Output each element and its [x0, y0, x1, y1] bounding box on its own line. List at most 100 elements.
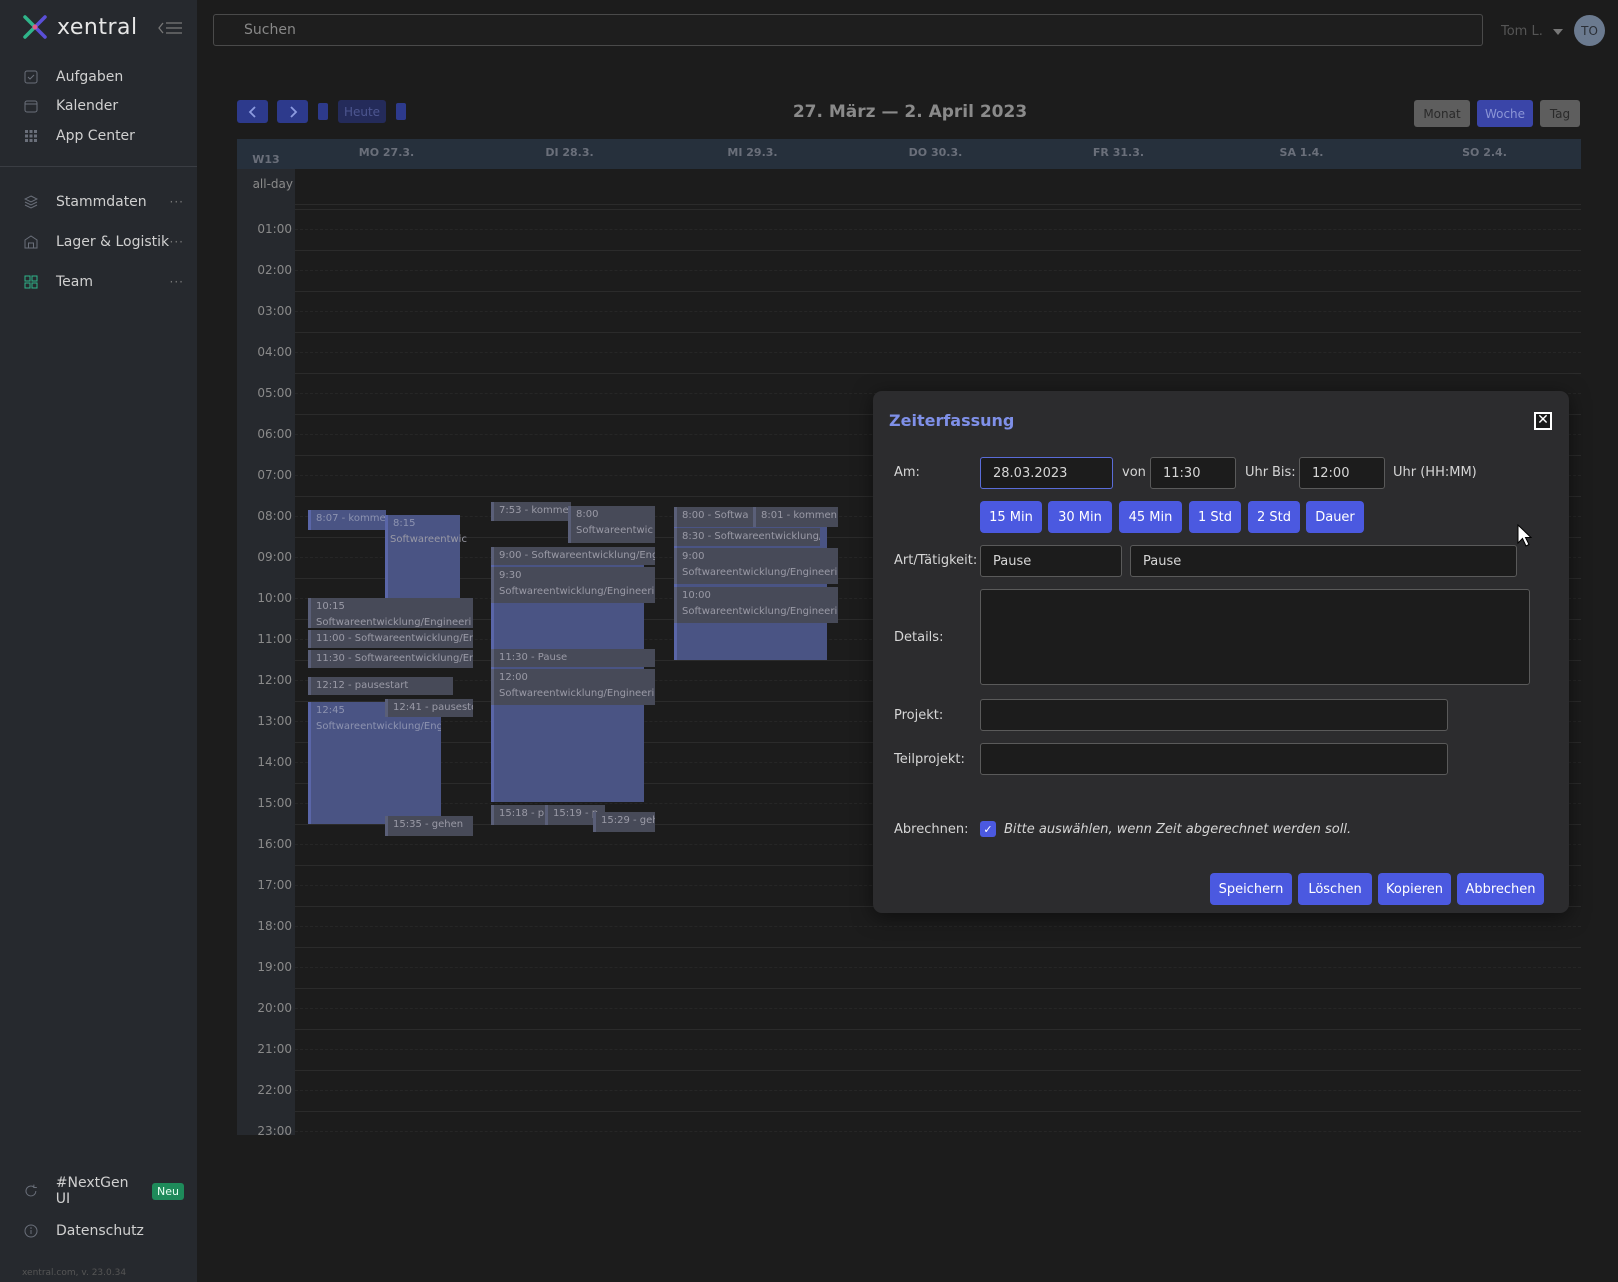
- art-label: Art/Tätigkeit:: [894, 553, 978, 568]
- duration-custom-button[interactable]: Dauer: [1306, 501, 1364, 533]
- cancel-button[interactable]: Abbrechen: [1457, 873, 1544, 905]
- delete-button[interactable]: Löschen: [1298, 873, 1372, 905]
- hour-label: 02:00: [257, 263, 292, 277]
- calendar-event[interactable]: 11:30 - Pause: [491, 649, 655, 667]
- prev-week-button[interactable]: [237, 100, 268, 123]
- duration-15-button[interactable]: 15 Min: [980, 501, 1042, 533]
- calendar-event[interactable]: 8:00 Softwareentwic: [568, 506, 655, 543]
- calendar-event[interactable]: 8:30 - Softwareentwicklung/: [674, 528, 820, 546]
- day-header[interactable]: SO 2.4.: [1393, 139, 1576, 169]
- calendar-event[interactable]: 8:01 - kommen: [753, 507, 838, 527]
- calendar-event[interactable]: 15:29 - geh: [593, 812, 655, 832]
- hour-label: 05:00: [257, 386, 292, 400]
- projekt-label: Projekt:: [894, 708, 944, 723]
- day-header[interactable]: FR 31.3.: [1027, 139, 1210, 169]
- today-button[interactable]: Heute: [338, 100, 386, 123]
- event-time: 9:00: [682, 551, 705, 562]
- details-textarea[interactable]: [980, 589, 1530, 685]
- view-month-button[interactable]: Monat: [1414, 100, 1470, 127]
- toolbar-button[interactable]: [396, 103, 406, 120]
- calendar-event[interactable]: 12:00 Softwareentwicklung/Engineeri: [491, 669, 655, 705]
- more-icon[interactable]: ···: [170, 235, 184, 249]
- duration-1h-button[interactable]: 1 Std: [1189, 501, 1241, 533]
- duration-30-button[interactable]: 30 Min: [1048, 501, 1112, 533]
- calendar-event[interactable]: 9:00 Softwareentwicklung/Engineeri: [674, 548, 838, 584]
- collapse-sidebar-button[interactable]: [157, 20, 183, 40]
- projekt-input[interactable]: [980, 699, 1448, 731]
- save-button[interactable]: Speichern: [1210, 873, 1292, 905]
- hour-label: 14:00: [257, 755, 292, 769]
- bis-time-input[interactable]: 12:00: [1299, 457, 1385, 489]
- sidebar-item-kalender[interactable]: Kalender: [24, 95, 184, 117]
- search-input[interactable]: Suchen: [213, 14, 1483, 46]
- next-week-button[interactable]: [277, 100, 308, 123]
- event-time: 10:15: [316, 601, 345, 612]
- grid-icon: [25, 130, 37, 142]
- copy-button[interactable]: Kopieren: [1378, 873, 1451, 905]
- calendar-event[interactable]: 8:00 - Softwa: [674, 507, 754, 527]
- warehouse-icon: [24, 235, 38, 249]
- more-icon[interactable]: ···: [170, 195, 184, 209]
- chevron-down-icon[interactable]: [1553, 29, 1563, 35]
- calendar-event[interactable]: 8:07 - komme: [308, 510, 386, 530]
- avatar[interactable]: TO: [1574, 15, 1605, 46]
- sidebar-item-nextgen-ui[interactable]: #NextGen UI Neu: [24, 1175, 184, 1207]
- hour-label: 13:00: [257, 714, 292, 728]
- sidebar-item-label: Lager & Logistik: [56, 234, 170, 250]
- logo[interactable]: xentral: [21, 12, 138, 42]
- sidebar-item-team[interactable]: Team ···: [24, 271, 184, 293]
- more-icon[interactable]: ···: [170, 275, 184, 289]
- checkmark-icon: ✓: [983, 822, 993, 836]
- sidebar-item-lager-logistik[interactable]: Lager & Logistik ···: [24, 231, 184, 253]
- date-input[interactable]: 28.03.2023: [980, 457, 1113, 489]
- hour-label: 04:00: [257, 345, 292, 359]
- von-label: von: [1122, 465, 1146, 480]
- hour-label: 08:00: [257, 509, 292, 523]
- close-button[interactable]: ✕: [1534, 412, 1552, 430]
- duration-2h-button[interactable]: 2 Std: [1248, 501, 1300, 533]
- hour-label: 07:00: [257, 468, 292, 482]
- toolbar-button[interactable]: [318, 103, 328, 120]
- calendar-event[interactable]: 12:41 - pausesto: [385, 699, 473, 717]
- calendar-event[interactable]: 15:18 - p: [491, 805, 546, 825]
- view-week-button[interactable]: Woche: [1477, 100, 1533, 127]
- calendar-event[interactable]: 7:53 - komme: [491, 502, 571, 521]
- user-name[interactable]: Tom L.: [1501, 24, 1543, 39]
- calendar-event[interactable]: 10:00 Softwareentwicklung/Engineeri: [674, 587, 838, 623]
- day-header[interactable]: DI 28.3.: [478, 139, 661, 169]
- calendar-event[interactable]: Softwareentwic: [385, 527, 470, 554]
- hour-label: 16:00: [257, 837, 292, 851]
- calendar-event[interactable]: 11:00 - Softwareentwicklung/Eng: [308, 630, 473, 648]
- calendar-event[interactable]: 12:12 - pausestart: [308, 677, 453, 695]
- abrechnen-checkbox[interactable]: ✓: [980, 821, 996, 837]
- grid-line: [295, 1049, 1581, 1050]
- calendar-event[interactable]: 12:45 Softwareentwicklung/Engin: [308, 702, 441, 824]
- view-day-button[interactable]: Tag: [1540, 100, 1580, 127]
- calendar-event[interactable]: 9:00 - Softwareentwicklung/Eng: [491, 547, 655, 565]
- teilprojekt-input[interactable]: [980, 743, 1448, 775]
- art-detail-input[interactable]: Pause: [1130, 545, 1517, 577]
- duration-45-button[interactable]: 45 Min: [1119, 501, 1182, 533]
- hour-label: 01:00: [257, 222, 292, 236]
- grid-line: [295, 1029, 1581, 1030]
- calendar-event[interactable]: 10:15 Softwareentwicklung/Engineeri: [308, 598, 473, 628]
- day-header[interactable]: DO 30.3.: [844, 139, 1027, 169]
- check-icon: [24, 70, 38, 84]
- sidebar-item-app-center[interactable]: App Center: [24, 125, 184, 147]
- day-header[interactable]: MI 29.3.: [661, 139, 844, 169]
- day-header[interactable]: MO 27.3.: [295, 139, 478, 169]
- sidebar-item-stammdaten[interactable]: Stammdaten ···: [24, 191, 184, 213]
- art-select[interactable]: Pause: [980, 545, 1122, 577]
- calendar-event[interactable]: 15:35 - gehen: [385, 816, 473, 836]
- calendar-icon: [24, 100, 38, 113]
- calendar-event[interactable]: 9:30 Softwareentwicklung/Engineeri: [491, 567, 655, 603]
- calendar-event[interactable]: 11:30 - Softwareentwicklung/Eng: [308, 650, 473, 668]
- grid-line: [295, 311, 1581, 312]
- sidebar-item-aufgaben[interactable]: Aufgaben: [24, 66, 184, 88]
- hour-label: 23:00: [257, 1124, 292, 1135]
- sidebar-item-datenschutz[interactable]: Datenschutz: [24, 1220, 184, 1242]
- brand-name: xentral: [57, 14, 138, 40]
- grid-line: [295, 1111, 1581, 1112]
- day-header[interactable]: SA 1.4.: [1210, 139, 1393, 169]
- von-time-input[interactable]: 11:30: [1150, 457, 1236, 489]
